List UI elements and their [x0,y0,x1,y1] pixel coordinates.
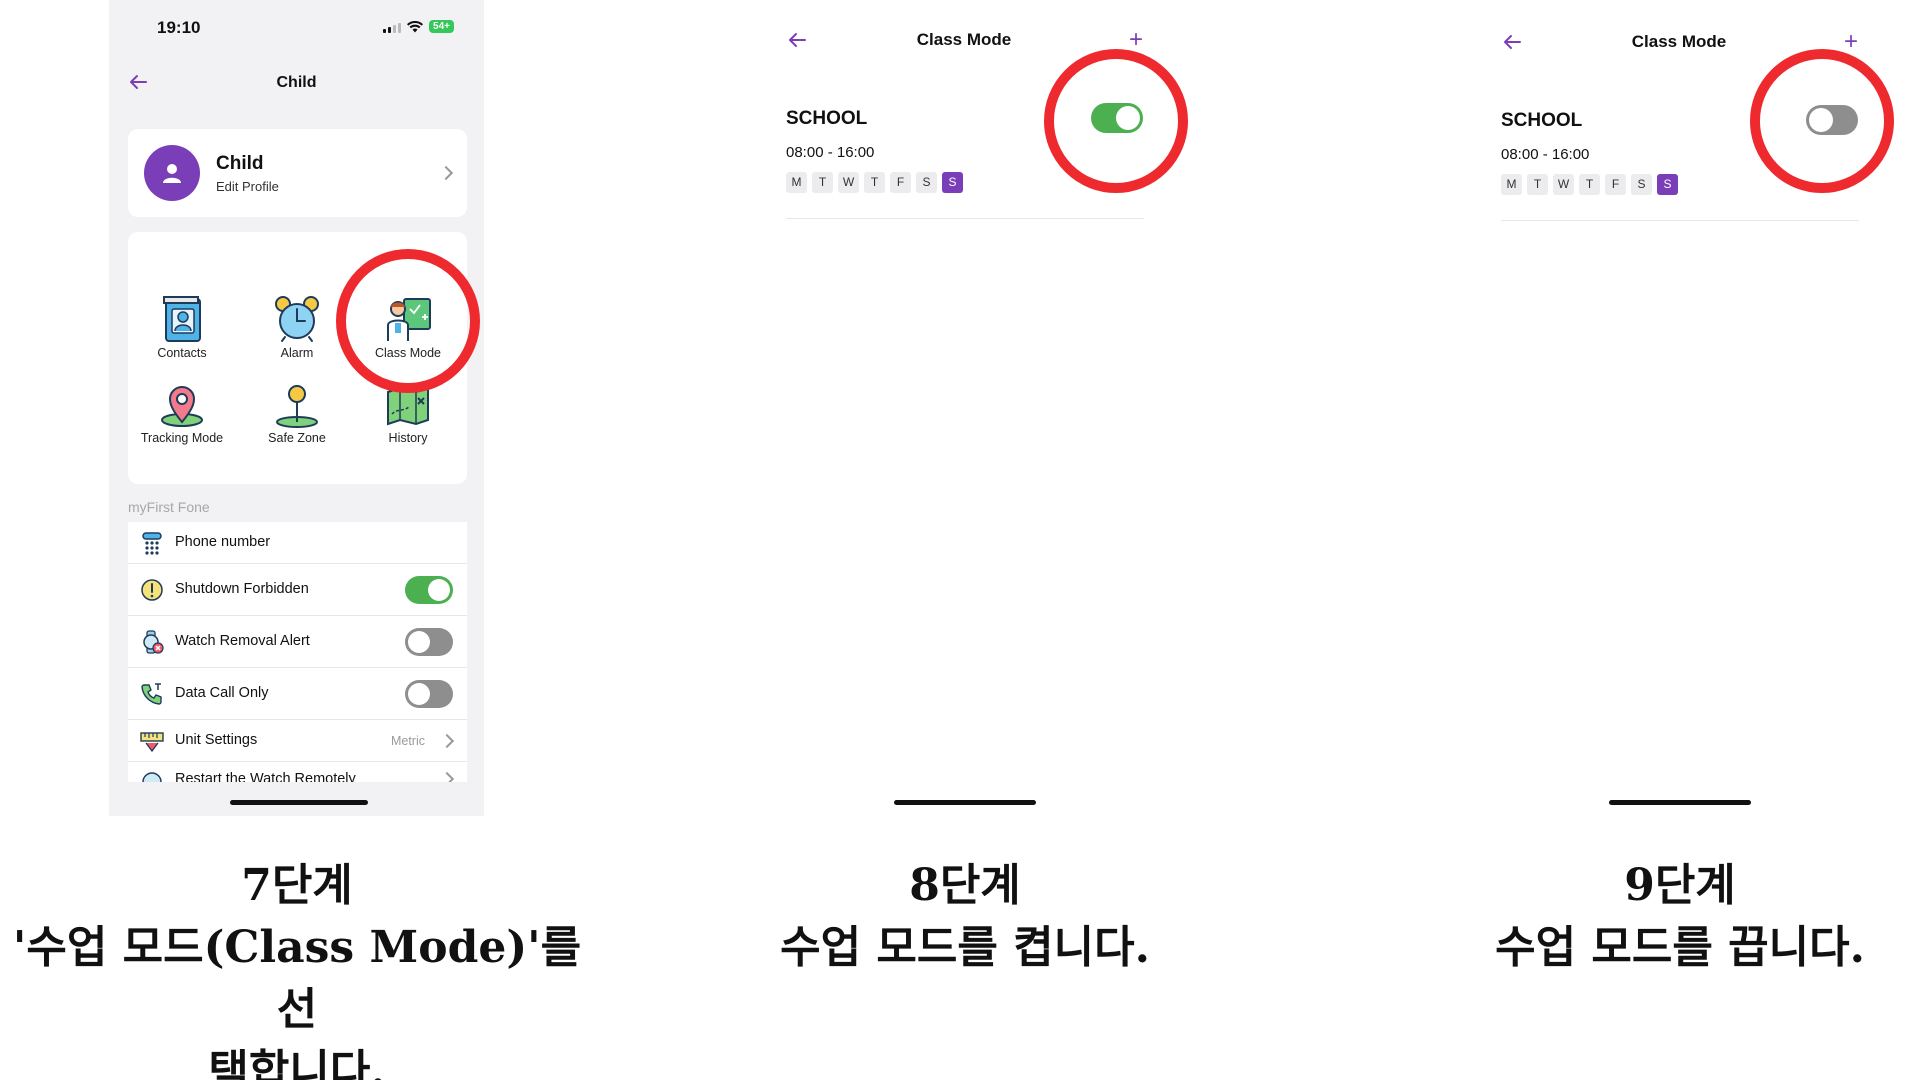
back-arrow-icon[interactable] [786,29,808,51]
day-chip-selected: S [1657,174,1678,195]
feature-label: Alarm [280,346,314,360]
schedule-time: 08:00 - 16:00 [786,144,875,161]
wifi-icon [407,20,424,32]
day-chip: S [916,172,937,193]
caption-text: 수업 모드를 끕니다. [1495,922,1865,973]
caption-step-8: 8단계 수업 모드를 켭니다. [715,855,1215,979]
day-chip: S [1631,174,1652,195]
phone-screen-child-settings: 19:10 54+ Child Child Edit Profile Conta… [109,0,484,816]
step-label: 7단계 [241,860,353,911]
chevron-right-icon [439,733,455,749]
day-chip: F [1605,174,1626,195]
setting-unit-settings[interactable]: Unit Settings Metric [128,720,467,762]
battery-indicator: 54+ [429,20,454,33]
back-arrow-icon[interactable] [1501,31,1523,53]
profile-name: Child [216,153,264,174]
setting-label: Watch Removal Alert [175,633,310,649]
day-chip-selected: S [942,172,963,193]
caption-text: 택합니다. [208,1046,386,1080]
section-label: myFirst Fone [128,499,210,515]
caption-step-7: 7단계 '수업 모드(Class Mode)'를 선 택합니다. [0,855,594,1080]
home-indicator [894,800,1036,805]
highlight-circle [336,249,480,393]
status-time: 19:10 [157,18,201,37]
setting-label: Shutdown Forbidden [175,581,309,597]
feature-alarm[interactable]: Alarm [243,295,351,360]
chevron-right-icon [438,165,454,181]
feature-tracking-mode[interactable]: Tracking Mode [128,384,236,445]
highlight-circle [1044,49,1188,193]
caption-step-9: 9단계 수업 모드를 끕니다. [1430,855,1920,979]
shutdown-forbidden-toggle[interactable] [405,576,453,604]
day-chip: T [812,172,833,193]
day-chip: W [838,172,859,193]
avatar [144,145,200,201]
caption-text: '수업 모드(Class Mode)'를 선 [12,922,582,1035]
feature-label: Contacts [157,346,207,360]
feature-safe-zone[interactable]: Safe Zone [243,384,351,445]
cellular-signal-icon [383,21,402,33]
caption-text: 수업 모드를 켭니다. [780,922,1150,973]
divider [1501,220,1859,221]
setting-label: Unit Settings [175,732,258,748]
contacts-icon [163,296,201,342]
warning-icon [141,579,163,601]
add-icon[interactable]: + [1844,30,1858,54]
schedule-name: SCHOOL [786,108,868,129]
day-chip: M [1501,174,1522,195]
chevron-right-icon [439,771,455,782]
day-chip: W [1553,174,1574,195]
person-icon [163,164,181,183]
setting-label: Data Call Only [175,685,269,701]
day-chip: T [1579,174,1600,195]
restart-icon [142,772,162,782]
home-indicator [230,800,368,805]
feature-label: Tracking Mode [140,431,224,445]
page-title: Class Mode [916,30,1012,49]
setting-label: Restart the Watch Remotely [175,771,356,782]
settings-list: Phone number Shutdown Forbidden Watch Re… [128,522,467,782]
setting-shutdown-forbidden: Shutdown Forbidden [128,564,467,616]
feature-label: History [388,431,428,445]
feature-history[interactable]: History [354,384,462,445]
step-label: 9단계 [1624,860,1736,911]
day-chip: M [786,172,807,193]
highlight-circle [1750,49,1894,193]
setting-value: Metric [390,734,425,748]
setting-watch-removal-alert: Watch Removal Alert [128,616,467,668]
phone-call-icon [141,683,162,705]
step-label: 8단계 [909,860,1021,911]
tracking-mode-icon [161,386,203,427]
page-title: Child [276,74,317,91]
watch-alert-icon [143,630,164,654]
setting-label: Phone number [175,534,271,550]
feature-contacts[interactable]: Contacts [128,295,236,360]
schedule-days: M T W T F S S [1501,174,1678,195]
setting-restart-watch[interactable]: Restart the Watch Remotely [128,762,467,782]
setting-phone-number[interactable]: Phone number [128,522,467,564]
day-chip: T [864,172,885,193]
feature-label: Safe Zone [268,431,326,445]
alarm-icon [275,296,319,342]
setting-data-call-only: Data Call Only [128,668,467,720]
status-icons: 54+ [383,20,454,33]
profile-card[interactable]: Child Edit Profile [128,129,467,217]
data-call-only-toggle[interactable] [405,680,453,708]
day-chip: F [890,172,911,193]
phone-keypad-icon [142,532,162,555]
divider [786,218,1144,219]
schedule-name: SCHOOL [1501,110,1583,131]
add-icon[interactable]: + [1129,28,1143,52]
edit-profile-link[interactable]: Edit Profile [216,179,279,194]
day-chip: T [1527,174,1548,195]
home-indicator [1609,800,1751,805]
ruler-icon [140,732,164,753]
schedule-time: 08:00 - 16:00 [1501,146,1590,163]
page-title: Class Mode [1631,32,1727,51]
schedule-days: M T W T F S S [786,172,963,193]
watch-removal-alert-toggle[interactable] [405,628,453,656]
safe-zone-icon [276,385,318,428]
